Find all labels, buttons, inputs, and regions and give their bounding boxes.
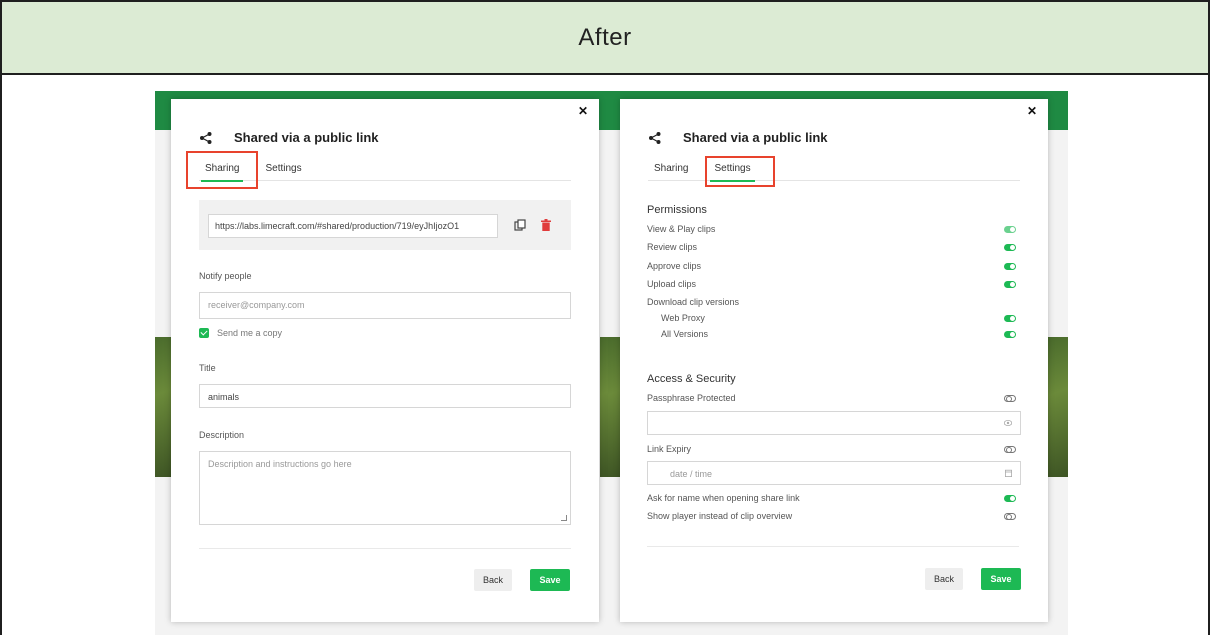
- trash-icon[interactable]: [541, 219, 551, 231]
- notify-label: Notify people: [199, 271, 252, 281]
- close-icon[interactable]: ✕: [578, 104, 588, 118]
- passphrase-row: Passphrase Protected: [647, 393, 1019, 407]
- send-copy-label: Send me a copy: [217, 328, 283, 338]
- back-button[interactable]: Back: [474, 569, 512, 591]
- permission-label: Approve clips: [647, 261, 702, 271]
- expiry-datetime-input[interactable]: date / time: [647, 461, 1021, 485]
- share-dialog-settings: ✕ Shared via a public link Sharing Setti…: [620, 99, 1048, 622]
- close-icon[interactable]: ✕: [1027, 104, 1037, 118]
- share-icon: [649, 131, 661, 144]
- toggle-switch[interactable]: [1004, 244, 1016, 251]
- access-heading: Access & Security: [647, 373, 736, 385]
- back-button[interactable]: Back: [925, 568, 963, 590]
- permission-label: Download clip versions: [647, 297, 740, 307]
- permission-label: Web Proxy: [661, 313, 705, 323]
- toggle-switch[interactable]: [1004, 263, 1016, 270]
- title-input[interactable]: animals: [199, 384, 571, 408]
- permission-row: All Versions: [647, 329, 1019, 343]
- share-dialog-sharing: ✕ Shared via a public link Sharing Setti…: [171, 99, 599, 622]
- permission-label: Review clips: [647, 242, 698, 252]
- show-player-row: Show player instead of clip overview: [647, 511, 1019, 525]
- permission-label: View & Play clips: [647, 224, 716, 234]
- toggle-switch[interactable]: [1004, 495, 1016, 502]
- expiry-row: Link Expiry: [647, 444, 1019, 458]
- description-placeholder: Description and instructions go here: [208, 459, 352, 469]
- expiry-placeholder: date / time: [670, 469, 713, 479]
- eye-icon[interactable]: [1004, 420, 1012, 426]
- dialog-title-text: Shared via a public link: [683, 130, 828, 145]
- share-url-field[interactable]: https://labs.limecraft.com/#shared/produ…: [208, 214, 498, 238]
- toggle-switch[interactable]: [1004, 226, 1016, 233]
- toggle-switch[interactable]: [1004, 513, 1016, 520]
- passphrase-label: Passphrase Protected: [647, 393, 736, 403]
- tab-bar: Sharing Settings: [648, 157, 1020, 182]
- ask-name-label: Ask for name when opening share link: [647, 493, 800, 503]
- description-label: Description: [199, 430, 245, 440]
- title-label: Title: [199, 363, 216, 373]
- calendar-icon[interactable]: [1005, 469, 1012, 477]
- share-icon: [200, 131, 212, 144]
- highlight-box: [186, 151, 258, 189]
- ask-name-row: Ask for name when opening share link: [647, 493, 1019, 507]
- save-button[interactable]: Save: [981, 568, 1021, 590]
- dialog-title: Shared via a public link: [199, 130, 379, 145]
- checkbox-checked[interactable]: [199, 328, 209, 338]
- show-player-label: Show player instead of clip overview: [647, 511, 793, 521]
- comparison-header: After: [2, 2, 1208, 75]
- expiry-label: Link Expiry: [647, 444, 692, 454]
- send-copy-checkbox[interactable]: Send me a copy: [199, 328, 282, 338]
- toggle-switch[interactable]: [1004, 315, 1016, 322]
- permissions-heading: Permissions: [647, 204, 707, 216]
- toggle-switch[interactable]: [1004, 331, 1016, 338]
- dialog-title-text: Shared via a public link: [234, 130, 379, 145]
- permission-row: Web Proxy: [647, 313, 1019, 327]
- permission-row: Upload clips: [647, 279, 1019, 293]
- toggle-switch[interactable]: [1004, 281, 1016, 288]
- clip-thumbnail: [1048, 337, 1068, 477]
- save-button[interactable]: Save: [530, 569, 570, 591]
- divider: [199, 548, 571, 549]
- dialog-title: Shared via a public link: [648, 130, 828, 145]
- toggle-switch[interactable]: [1004, 395, 1016, 402]
- copy-icon[interactable]: [514, 219, 526, 231]
- divider: [647, 546, 1019, 547]
- tab-settings[interactable]: Settings: [259, 157, 307, 181]
- header-title: After: [578, 23, 632, 51]
- permission-label: Upload clips: [647, 279, 697, 289]
- permission-row: Approve clips: [647, 261, 1019, 275]
- resize-handle[interactable]: [561, 515, 567, 521]
- description-textarea[interactable]: Description and instructions go here: [199, 451, 571, 525]
- permission-row: View & Play clips: [647, 224, 1019, 238]
- permission-row: Download clip versions: [647, 297, 1019, 311]
- highlight-box: [705, 156, 775, 187]
- toggle-switch[interactable]: [1004, 446, 1016, 453]
- notify-email-input[interactable]: receiver@company.com: [199, 292, 571, 319]
- permission-label: All Versions: [661, 329, 709, 339]
- permission-row: Review clips: [647, 242, 1019, 256]
- share-url-panel: https://labs.limecraft.com/#shared/produ…: [199, 200, 571, 250]
- tab-sharing[interactable]: Sharing: [648, 157, 694, 181]
- passphrase-input[interactable]: [647, 411, 1021, 435]
